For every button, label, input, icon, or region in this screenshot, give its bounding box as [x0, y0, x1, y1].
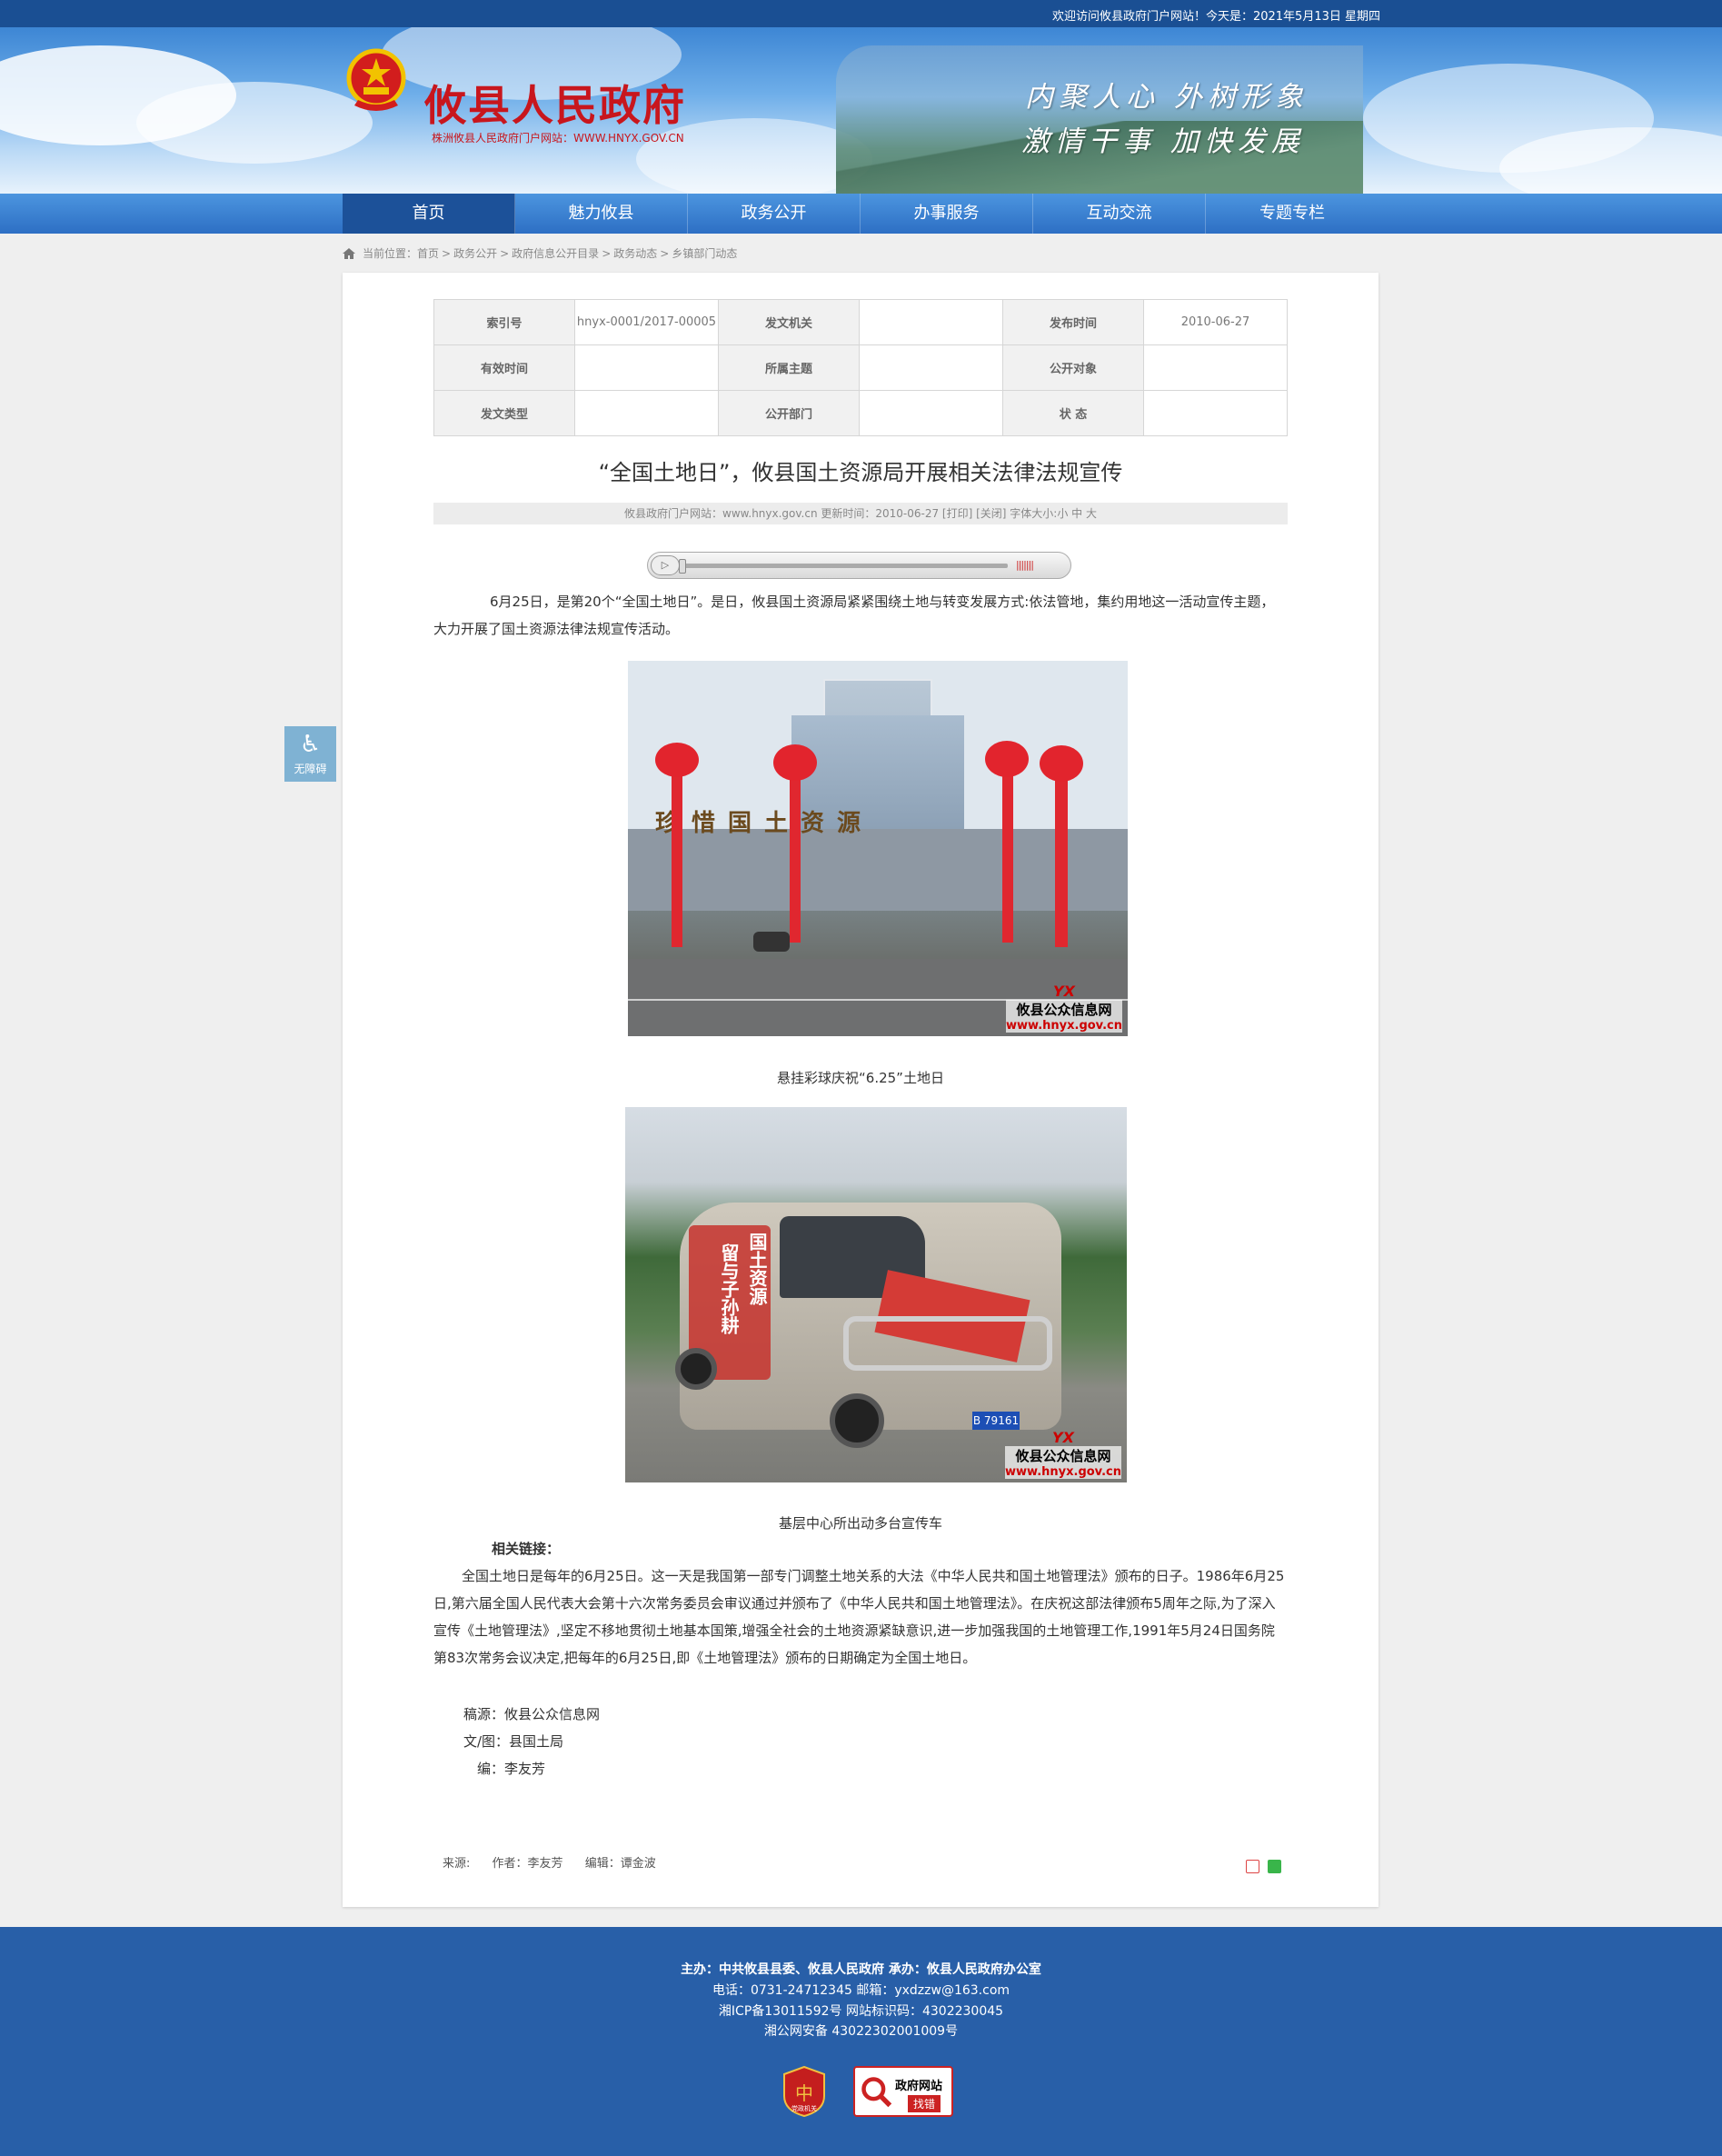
nav-item-services[interactable]: 办事服务 [861, 194, 1033, 234]
audio-player[interactable]: ▷ ||||||| [647, 552, 1071, 579]
meta-key: 发文类型 [433, 390, 575, 436]
home-icon [343, 247, 355, 259]
site-footer: 主办：中共攸县县委、攸县人民政府 承办：攸县人民政府办公室 电话：0731-24… [0, 1927, 1722, 2156]
meta-key: 索引号 [433, 299, 575, 345]
breadcrumb-item-gov-affairs[interactable]: 政务公开 [453, 245, 497, 261]
article-photo-2: 国土资源 留与子孙耕 B 79161 YX 攸县公众信息网 www.hnyx.g… [625, 1107, 1127, 1482]
header-banner [0, 27, 1722, 194]
watermark-logo: YX [1053, 983, 1075, 1000]
slogan-line-1: 内聚人心 外树形象 [1025, 81, 1309, 114]
meta-key: 发布时间 [1002, 299, 1144, 345]
meta-key: 有效时间 [433, 344, 575, 391]
watermark: YX 攸县公众信息网 www.hnyx.gov.cn [1005, 1429, 1121, 1479]
meta-value [574, 344, 719, 391]
audio-progress-track[interactable] [681, 564, 1008, 568]
nav-item-charm[interactable]: 魅力攸县 [515, 194, 688, 234]
find-error-badge[interactable]: 政府网站 找错 [853, 2066, 953, 2117]
svg-text:中: 中 [795, 2082, 813, 2104]
meta-value [1143, 390, 1288, 436]
breadcrumb-item-news[interactable]: 政务动态 [613, 245, 657, 261]
watermark: YX 攸县公众信息网 www.hnyx.gov.cn [1006, 983, 1122, 1033]
national-emblem-icon [346, 48, 406, 111]
meta-key: 公开对象 [1002, 344, 1144, 391]
photo1-sign: 珍惜国土资源 [655, 810, 874, 837]
van-banner-text-2: 留与子孙耕 [718, 1243, 740, 1334]
license-plate: B 79161 [972, 1412, 1020, 1430]
watermark-url: www.hnyx.gov.cn [1006, 1019, 1122, 1033]
meta-key: 公开部门 [718, 390, 860, 436]
article-paragraph-1: 6月25日，是第20个“全国土地日”。是日，攸县国土资源局紧紧围绕土地与转变发展… [433, 594, 1275, 637]
breadcrumb-separator: > [602, 246, 612, 260]
article-info-bar[interactable]: 攸县政府门户网站：www.hnyx.gov.cn 更新时间：2010-06-27… [433, 503, 1288, 524]
breadcrumb-separator: > [500, 246, 510, 260]
article-panel: 索引号 hnyx-0001/2017-00005 发文机关 发布时间 2010-… [343, 273, 1379, 1907]
footer-host: 主办：中共攸县县委、攸县人民政府 承办：攸县人民政府办公室 [681, 1962, 1041, 1977]
audio-progress-handle[interactable] [679, 559, 686, 574]
breadcrumb-separator: > [660, 246, 670, 260]
footer-contact: 电话：0731-24712345 邮箱：yxdzzw@163.com [712, 1983, 1010, 1998]
accessibility-button[interactable]: ♿ 无障碍 [284, 726, 336, 782]
accessibility-label: 无障碍 [294, 763, 327, 775]
find-error-title: 政府网站 [895, 2080, 943, 2093]
watermark-name: 攸县公众信息网 [1005, 1446, 1121, 1465]
related-links-paragraph: 全国土地日是每年的6月25日。这一天是我国第一部专门调整土地关系的大法《中华人民… [433, 1568, 1285, 1666]
footer-police-record[interactable]: 湘公网安备 43022302001009号 [0, 2021, 1722, 2040]
related-links-heading: 相关链接： [492, 1541, 561, 1557]
weibo-share-icon[interactable] [1246, 1860, 1259, 1873]
wheelchair-icon: ♿ [299, 731, 322, 758]
party-gov-badge-label: 党政机关 [791, 2104, 817, 2112]
photo-1-caption: 悬挂彩球庆祝“6.25”土地日 [777, 1070, 944, 1086]
article-footer-meta: 来源: 作者：李友芳 编辑：谭金波 [443, 1853, 674, 1871]
meta-value [574, 390, 719, 436]
wechat-share-icon[interactable] [1268, 1860, 1281, 1873]
nav-item-gov-affairs[interactable]: 政务公开 [688, 194, 861, 234]
article-photo-1: 珍惜国土资源 YX 攸县公众信息网 www.hnyx.gov.cn [628, 661, 1128, 1036]
author-label: 作者：李友芳 [492, 1857, 563, 1871]
watermark-logo: YX [1052, 1429, 1074, 1446]
meta-value [859, 344, 1003, 391]
play-icon[interactable]: ▷ [651, 555, 680, 575]
source-label: 来源: [443, 1857, 471, 1871]
nav-item-topics[interactable]: 专题专栏 [1206, 194, 1379, 234]
editor-label: 编辑：谭金波 [584, 1857, 656, 1871]
site-title[interactable]: 攸县人民政府 [424, 73, 686, 133]
credit-source: 稿源：攸县公众信息网 [463, 1706, 601, 1722]
credit-editor: 编：李友芳 [477, 1761, 546, 1777]
meta-value: hnyx-0001/2017-00005 [574, 299, 719, 345]
welcome-text: 欢迎访问攸县政府门户网站！今天是：2021年5月13日 星期四 [1051, 10, 1380, 24]
magnifier-icon [861, 2077, 892, 2108]
nav-item-interaction[interactable]: 互动交流 [1033, 194, 1206, 234]
meta-key: 发文机关 [718, 299, 860, 345]
meta-key: 状 态 [1002, 390, 1144, 436]
watermark-url: www.hnyx.gov.cn [1005, 1465, 1121, 1479]
watermark-name: 攸县公众信息网 [1006, 1000, 1122, 1019]
meta-value [859, 390, 1003, 436]
photo-2-caption: 基层中心所出动多台宣传车 [778, 1515, 942, 1532]
party-gov-badge-icon[interactable]: 中 党政机关 [781, 2065, 827, 2118]
nav-item-home[interactable]: 首页 [343, 194, 515, 234]
breadcrumb-item-catalog[interactable]: 政府信息公开目录 [512, 245, 599, 261]
meta-value [1143, 344, 1288, 391]
site-url: 株洲攸县人民政府门户网站：WWW.HNYX.GOV.CN [432, 132, 684, 145]
meta-value: 2010-06-27 [1143, 299, 1288, 345]
article-title: “全国土地日”，攸县国土资源局开展相关法律法规宣传 [598, 460, 1123, 485]
meta-value [859, 299, 1003, 345]
volume-icon[interactable]: ||||||| [1016, 559, 1040, 572]
top-bar: 欢迎访问攸县政府门户网站！今天是：2021年5月13日 星期四 [0, 0, 1722, 27]
breadcrumb-separator: > [442, 246, 452, 260]
meta-key: 所属主题 [718, 344, 860, 391]
find-error-sub: 找错 [908, 2095, 941, 2112]
breadcrumb-item-dept-news[interactable]: 乡镇部门动态 [672, 245, 737, 261]
main-nav: 首页 魅力攸县 政务公开 办事服务 互动交流 专题专栏 [0, 194, 1722, 234]
credit-author: 文/图：县国土局 [463, 1733, 564, 1750]
footer-icp[interactable]: 湘ICP备13011592号 网站标识码：4302230045 [0, 2001, 1722, 2020]
slogan-line-2: 激情干事 加快发展 [1021, 125, 1305, 158]
breadcrumb: 当前位置： 首页 > 政务公开 > 政府信息公开目录 > 政务动态 > 乡镇部门… [343, 245, 737, 261]
metadata-table: 索引号 hnyx-0001/2017-00005 发文机关 发布时间 2010-… [433, 299, 1288, 436]
breadcrumb-item-home[interactable]: 首页 [417, 245, 439, 261]
breadcrumb-prefix: 当前位置： [363, 247, 418, 260]
